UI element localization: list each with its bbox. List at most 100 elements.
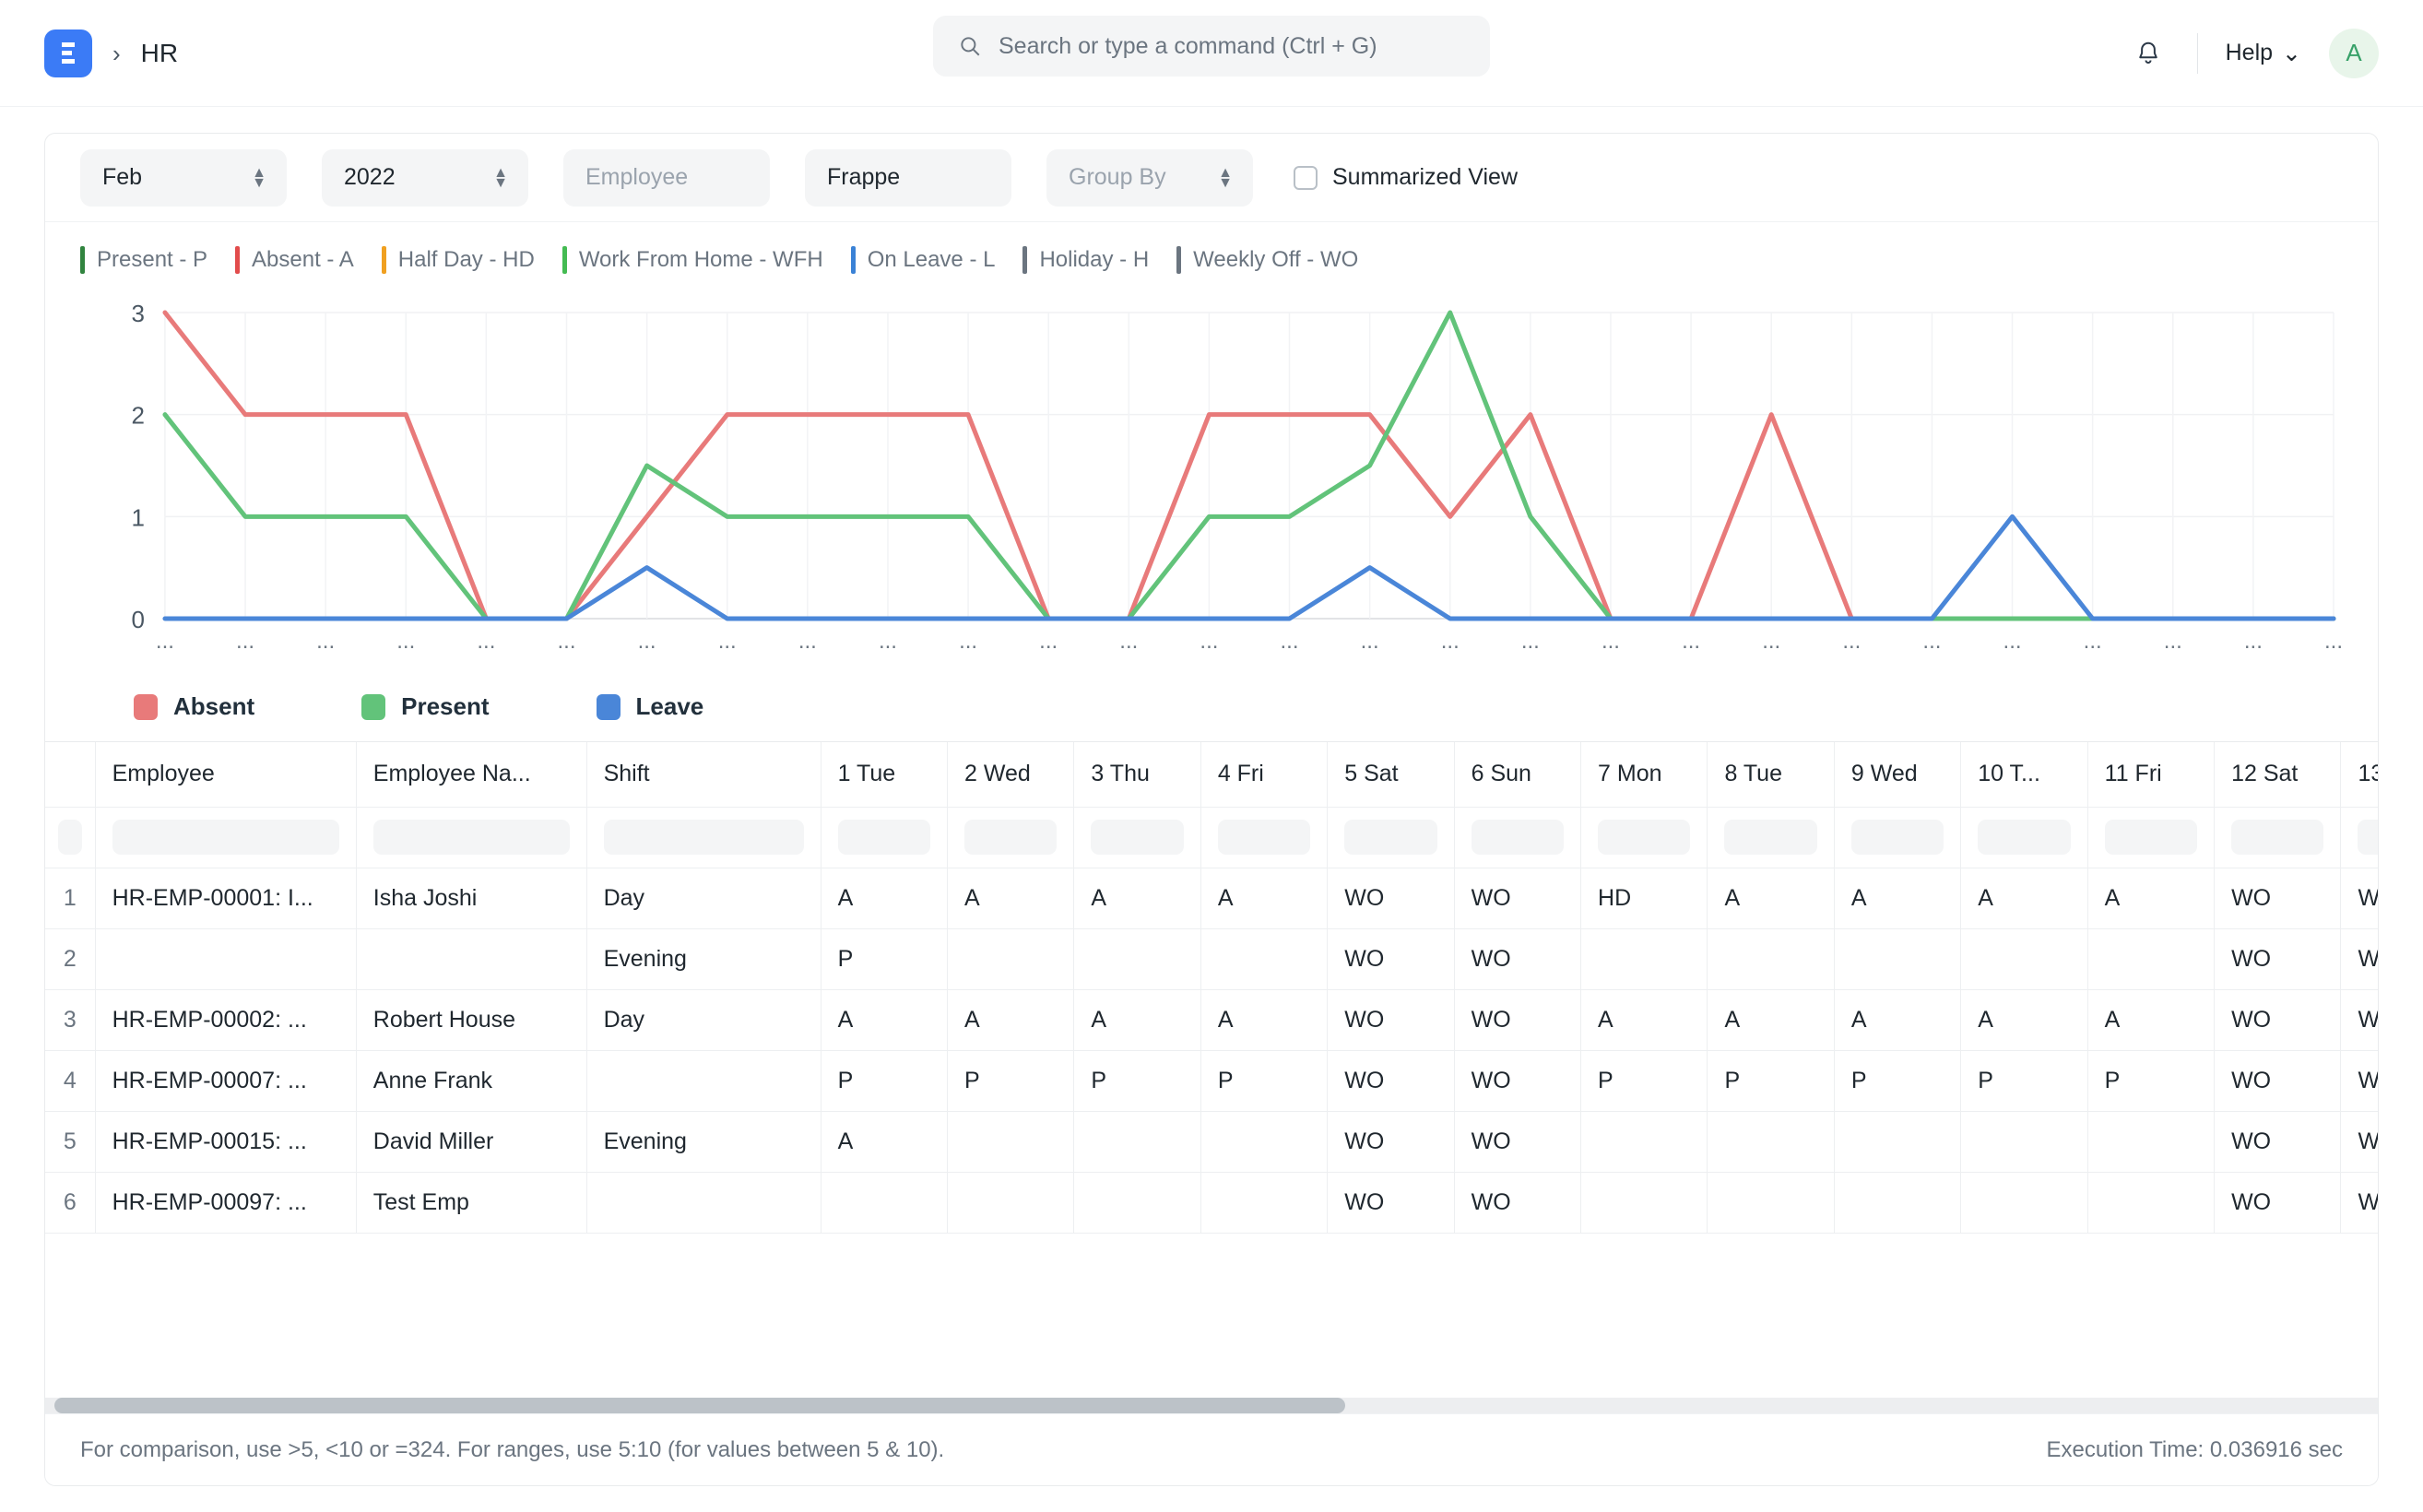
column-header-day-3[interactable]: 3 Thu — [1073, 742, 1201, 808]
cell-day-10[interactable]: A — [1960, 989, 2088, 1051]
filter-input[interactable] — [603, 820, 804, 855]
cell-day-9[interactable]: A — [1834, 989, 1962, 1051]
cell-employee-name[interactable]: Robert House — [356, 989, 587, 1051]
cell-day-9[interactable] — [1834, 1172, 1962, 1234]
filter-input[interactable] — [2358, 820, 2378, 855]
filter-input[interactable] — [964, 820, 1058, 855]
cell-day-8[interactable]: A — [1707, 868, 1835, 929]
cell-day-10[interactable] — [1960, 1172, 2088, 1234]
cell-shift[interactable]: Evening — [586, 928, 821, 990]
bell-icon[interactable] — [2127, 32, 2169, 75]
breadcrumb[interactable]: HR — [141, 39, 178, 68]
table-row[interactable]: 5 HR-EMP-00015: ... David Miller Evening A WO… — [45, 1111, 2378, 1173]
table-row[interactable]: 4 HR-EMP-00007: ... Anne Frank P P P P WO WO P P P P… — [45, 1050, 2378, 1112]
cell-day-4[interactable]: A — [1200, 989, 1329, 1051]
filter-input[interactable] — [2104, 820, 2198, 855]
cell-day-7[interactable]: P — [1580, 1050, 1708, 1112]
cell-day-11[interactable]: A — [2087, 868, 2216, 929]
cell-day-11[interactable] — [2087, 1172, 2216, 1234]
table-row[interactable]: 3 HR-EMP-00002: ... Robert House Day A A A A WO W… — [45, 989, 2378, 1051]
filter-input[interactable] — [1344, 820, 1437, 855]
cell-day-9[interactable] — [1834, 928, 1962, 990]
cell-shift[interactable] — [586, 1172, 821, 1234]
cell-employee-name[interactable]: Test Emp — [356, 1172, 587, 1234]
cell-day-6[interactable]: WO — [1454, 1050, 1582, 1112]
cell-day-12[interactable]: WO — [2214, 989, 2342, 1051]
cell-day-7[interactable]: HD — [1580, 868, 1708, 929]
cell-day-12[interactable]: WO — [2214, 928, 2342, 990]
filter-input[interactable] — [1978, 820, 2071, 855]
cell-day-13[interactable]: WO — [2340, 1050, 2378, 1112]
cell-day-7[interactable] — [1580, 1172, 1708, 1234]
cell-day-8[interactable]: P — [1707, 1050, 1835, 1112]
filter-input[interactable] — [112, 820, 339, 855]
cell-day-3[interactable]: A — [1073, 868, 1201, 929]
filter-input[interactable] — [1091, 820, 1184, 855]
cell-employee[interactable]: HR-EMP-00007: ... — [95, 1050, 357, 1112]
cell-day-8[interactable]: A — [1707, 989, 1835, 1051]
cell-day-2[interactable]: A — [947, 989, 1075, 1051]
cell-day-13[interactable]: WO — [2340, 1111, 2378, 1173]
cell-day-12[interactable]: WO — [2214, 1172, 2342, 1234]
group-by-filter[interactable]: Group By ▲ ▼ — [1046, 148, 1253, 207]
cell-employee[interactable]: HR-EMP-00002: ... — [95, 989, 357, 1051]
cell-day-2[interactable] — [947, 1172, 1075, 1234]
column-header-employee[interactable]: Employee — [95, 742, 357, 808]
filter-input[interactable] — [837, 820, 930, 855]
cell-day-11[interactable] — [2087, 928, 2216, 990]
cell-day-11[interactable] — [2087, 1111, 2216, 1173]
cell-day-2[interactable] — [947, 928, 1075, 990]
column-header-day-8[interactable]: 8 Tue — [1707, 742, 1835, 808]
attendance-table-wrapper[interactable]: Employee Employee Na... Shift 1 Tue 2 We… — [45, 741, 2378, 1413]
row-index[interactable]: 2 — [45, 928, 96, 990]
cell-day-11[interactable]: P — [2087, 1050, 2216, 1112]
employee-filter[interactable]: Employee — [563, 148, 770, 207]
cell-day-2[interactable]: A — [947, 868, 1075, 929]
column-header-day-7[interactable]: 7 Mon — [1580, 742, 1708, 808]
cell-day-4[interactable]: P — [1200, 1050, 1329, 1112]
global-search[interactable] — [933, 16, 1490, 77]
horizontal-scrollbar[interactable] — [45, 1398, 2378, 1413]
table-row[interactable]: 6HR-EMP-00097: ...Test EmpWOWOWOWO — [45, 1172, 2378, 1234]
cell-day-1[interactable]: A — [821, 1111, 949, 1173]
column-header-day-1[interactable]: 1 Tue — [821, 742, 949, 808]
cell-day-2[interactable]: P — [947, 1050, 1075, 1112]
row-index[interactable]: 5 — [45, 1111, 96, 1173]
column-header-day-10[interactable]: 10 T... — [1960, 742, 2088, 808]
cell-day-13[interactable]: WO — [2340, 868, 2378, 929]
cell-day-9[interactable] — [1834, 1111, 1962, 1173]
column-header-employee-name[interactable]: Employee Na... — [356, 742, 587, 808]
cell-day-3[interactable]: P — [1073, 1050, 1201, 1112]
cell-day-13[interactable]: WO — [2340, 928, 2378, 990]
cell-employee-name[interactable] — [356, 928, 587, 990]
cell-day-3[interactable] — [1073, 1111, 1201, 1173]
table-row[interactable]: 2EveningPWOWOWOWO — [45, 928, 2378, 990]
filter-input[interactable] — [372, 820, 570, 855]
cell-day-8[interactable] — [1707, 1111, 1835, 1173]
summarized-view-checkbox[interactable] — [1294, 165, 1318, 190]
cell-day-5[interactable]: WO — [1327, 989, 1455, 1051]
cell-day-10[interactable] — [1960, 1111, 2088, 1173]
cell-day-6[interactable]: WO — [1454, 1111, 1582, 1173]
cell-day-5[interactable]: WO — [1327, 928, 1455, 990]
cell-day-12[interactable]: WO — [2214, 1111, 2342, 1173]
cell-day-10[interactable]: P — [1960, 1050, 2088, 1112]
cell-day-13[interactable]: WO — [2340, 1172, 2378, 1234]
cell-shift[interactable] — [586, 1050, 821, 1112]
filter-input[interactable] — [1471, 820, 1565, 855]
column-header-day-6[interactable]: 6 Sun — [1454, 742, 1582, 808]
cell-day-9[interactable]: A — [1834, 868, 1962, 929]
cell-day-1[interactable]: P — [821, 1050, 949, 1112]
column-header-day-4[interactable]: 4 Fri — [1200, 742, 1329, 808]
cell-employee-name[interactable]: Isha Joshi — [356, 868, 587, 929]
cell-day-1[interactable]: P — [821, 928, 949, 990]
cell-day-6[interactable]: WO — [1454, 1172, 1582, 1234]
cell-day-4[interactable] — [1200, 1172, 1329, 1234]
cell-employee-name[interactable]: David Miller — [356, 1111, 587, 1173]
erpnext-logo-icon[interactable] — [44, 29, 92, 77]
avatar[interactable]: A — [2329, 28, 2379, 78]
cell-day-3[interactable] — [1073, 1172, 1201, 1234]
row-index[interactable]: 4 — [45, 1050, 96, 1112]
cell-day-10[interactable] — [1960, 928, 2088, 990]
table-row[interactable]: 1 HR-EMP-00001: I... Isha Joshi Day A A A A WO WO… — [45, 868, 2378, 929]
